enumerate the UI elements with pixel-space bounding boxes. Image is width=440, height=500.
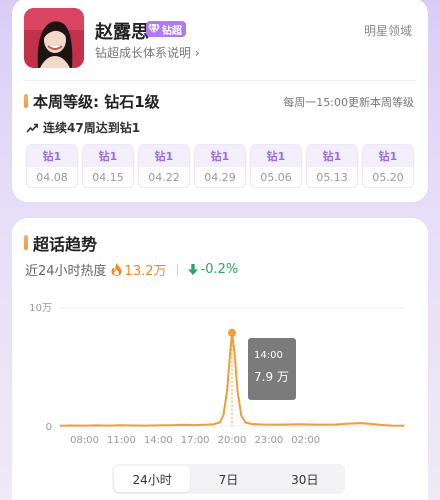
xtick-label: 20:00 — [218, 435, 247, 446]
heat-change: -0.2% — [200, 262, 239, 277]
diamond-icon — [148, 24, 160, 34]
weekly-levels: 钻1 04.08 钻1 04.15 钻1 04.22 钻1 04.29 钻1 0… — [26, 144, 420, 188]
week-item: 钻1 04.08 — [26, 144, 78, 188]
avatar-image — [24, 8, 84, 68]
week-level: 钻1 — [83, 145, 133, 167]
badge-label: 钻超 — [162, 25, 182, 37]
week-date: 04.22 — [148, 170, 180, 184]
x-axis: 08:00 11:00 14:00 17:00 20:00 23:00 02:00 — [70, 435, 320, 446]
trend-title: 超话趋势 — [33, 235, 98, 254]
range-tabs: 24小时 7日 30日 — [112, 464, 345, 494]
week-level: 钻1 — [363, 145, 413, 167]
week-item: 钻1 04.22 — [138, 144, 190, 188]
week-date: 04.08 — [36, 170, 68, 184]
tooltip-box — [248, 338, 296, 400]
trend-up-icon — [26, 123, 38, 133]
week-level: 钻1 — [307, 145, 357, 167]
week-date: 05.13 — [316, 170, 348, 184]
week-date: 05.20 — [372, 170, 404, 184]
level-update-note: 每周一15:00更新本周等级 — [283, 96, 414, 109]
week-level: 钻1 — [139, 145, 189, 167]
tab-7d[interactable]: 7日 — [190, 466, 266, 492]
week-level: 钻1 — [195, 145, 245, 167]
vip-badge: 钻超 — [146, 21, 186, 37]
week-level: 钻1 — [251, 145, 301, 167]
streak-row: 连续47周达到钻1 — [26, 119, 140, 136]
xtick-label: 17:00 — [181, 435, 210, 446]
tab-30d[interactable]: 30日 — [267, 466, 343, 492]
week-level: 钻1 — [27, 145, 77, 167]
xtick-label: 08:00 — [70, 435, 99, 446]
xtick-label: 14:00 — [144, 435, 173, 446]
growth-system-link[interactable]: 钻超成长体系说明 › — [95, 44, 200, 61]
week-item: 钻1 04.15 — [82, 144, 134, 188]
level-title: 本周等级: 钻石1级 — [33, 93, 160, 111]
trend-chart[interactable]: 10万 0 08:00 11:00 14:00 17:00 20:00 23:00 02:0… — [12, 292, 428, 452]
xtick-label: 23:00 — [254, 435, 283, 446]
highlight-point — [228, 328, 236, 337]
chevron-right-icon: › — [194, 46, 200, 60]
flame-icon — [111, 263, 122, 276]
week-item: 钻1 05.06 — [250, 144, 302, 188]
week-item: 钻1 05.13 — [306, 144, 358, 188]
section-marker — [24, 235, 28, 250]
heat-label: 近24小时热度 — [25, 264, 107, 279]
profile-name: 赵露思 — [95, 22, 149, 43]
divider — [176, 263, 178, 276]
section-marker — [24, 94, 28, 108]
heat-summary: 近24小时热度 13.2万 -0.2% — [25, 260, 238, 279]
trend-card: 超话趋势 近24小时热度 13.2万 -0.2% 10万 0 08:00 11:0… — [12, 218, 428, 500]
xtick-label: 02:00 — [291, 435, 320, 446]
week-date: 04.29 — [204, 170, 236, 184]
divider — [24, 80, 416, 81]
tab-24h[interactable]: 24小时 — [114, 466, 191, 492]
week-item: 钻1 05.20 — [362, 144, 414, 188]
growth-link-label: 钻超成长体系说明 — [95, 46, 192, 60]
heat-value: 13.2万 — [124, 264, 167, 279]
ytick-label: 10万 — [29, 303, 52, 314]
arrow-down-icon — [187, 264, 198, 275]
tooltip-time: 14:00 — [254, 350, 283, 361]
chart-tooltip: 14:00 7.9 万 — [248, 338, 296, 400]
week-date: 05.06 — [260, 170, 292, 184]
week-item: 钻1 04.29 — [194, 144, 246, 188]
heat-change-group: -0.2% — [187, 262, 239, 277]
streak-text: 连续47周达到钻1 — [43, 121, 141, 135]
heat-value-group: 13.2万 — [111, 260, 167, 279]
category-label: 明星领域 — [363, 24, 412, 38]
avatar[interactable] — [24, 8, 84, 68]
profile-card: 赵露思 钻超 钻超成长体系说明 › 明星领域 本周等级: 钻石1级 每周一15:… — [12, 0, 428, 202]
week-date: 04.15 — [92, 170, 124, 184]
tooltip-value: 7.9 万 — [254, 370, 289, 384]
xtick-label: 11:00 — [107, 435, 136, 446]
ytick-label: 0 — [46, 422, 52, 433]
